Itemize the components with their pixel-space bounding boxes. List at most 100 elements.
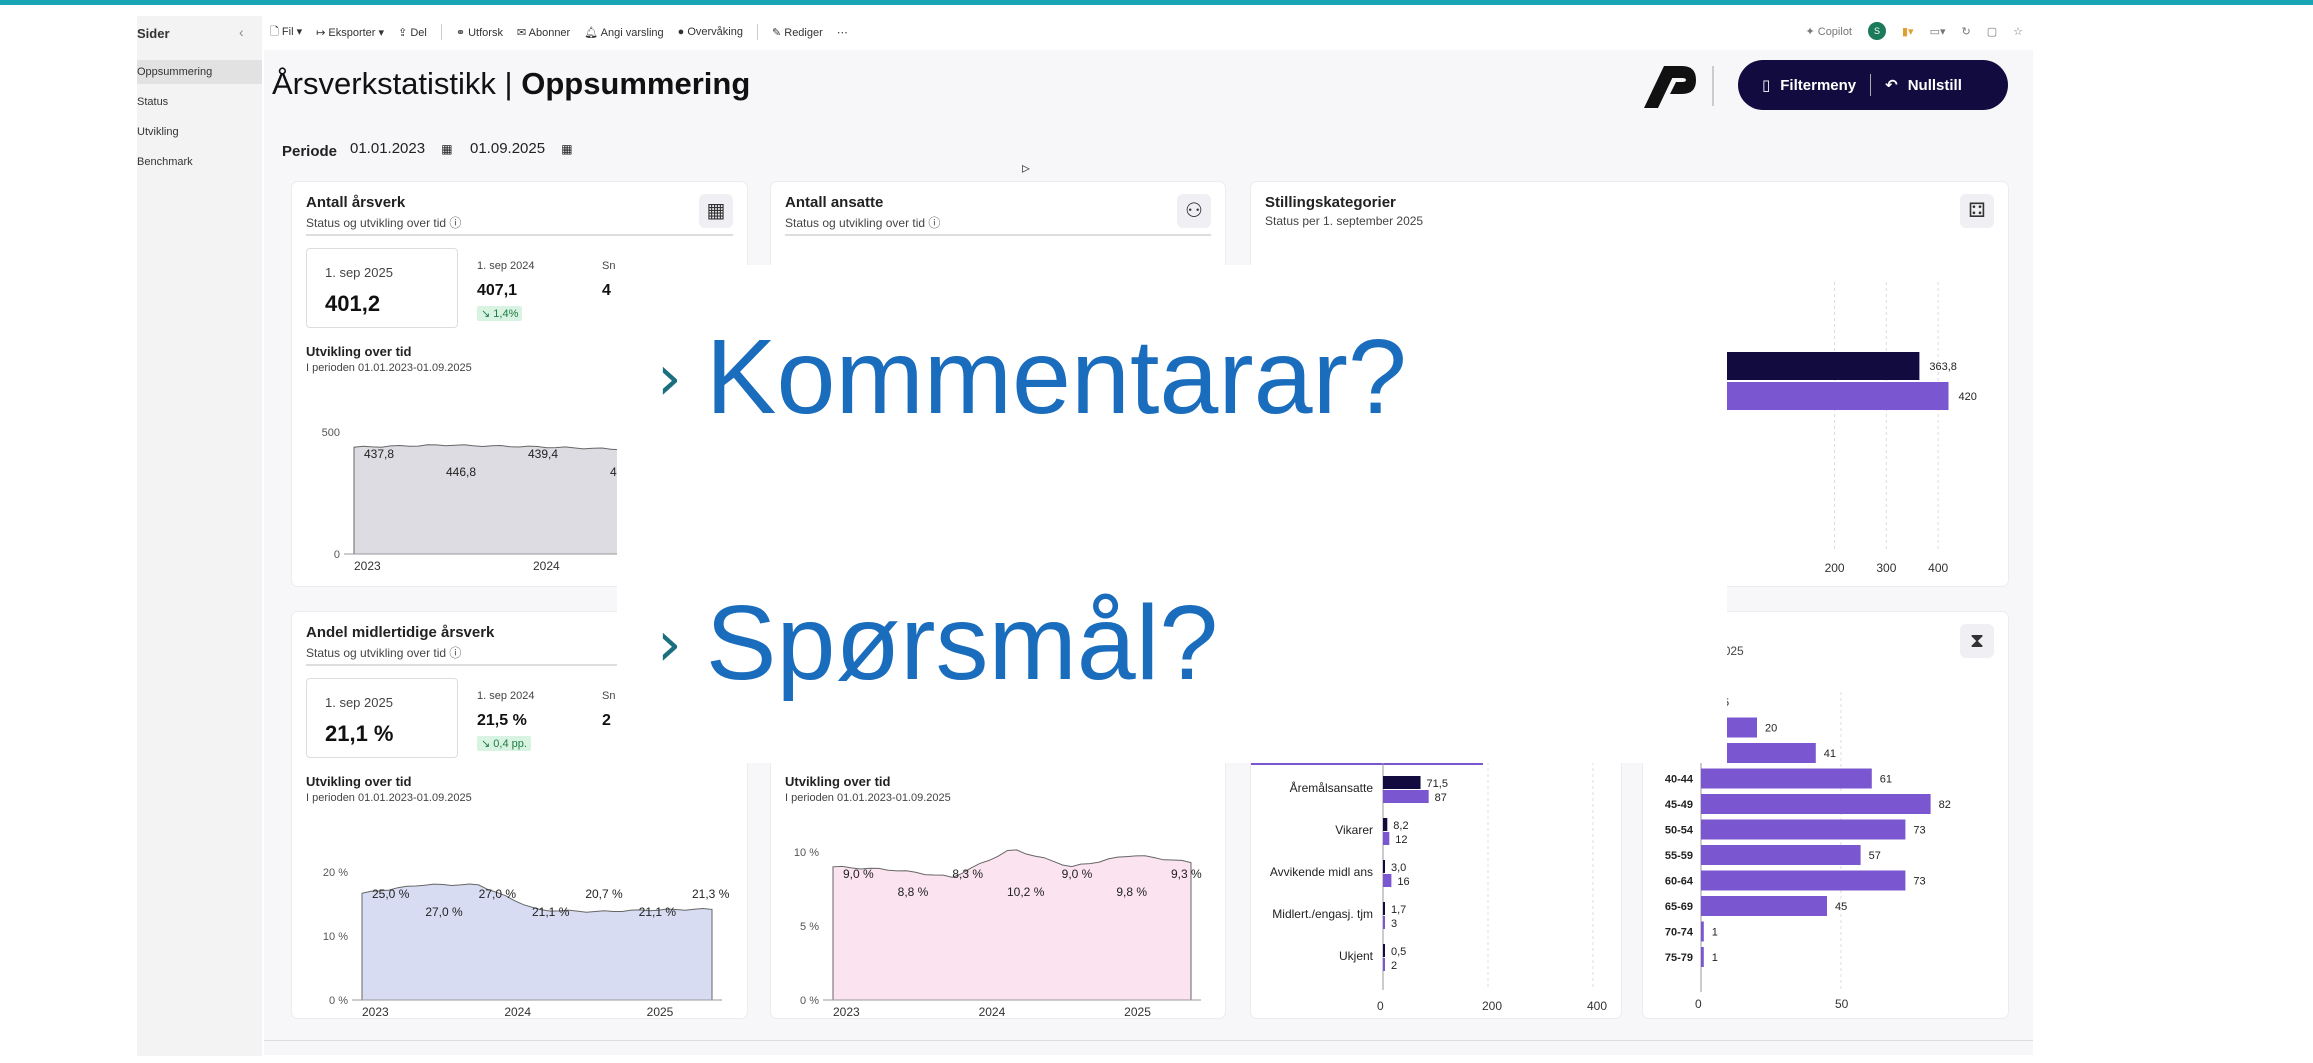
card-subtitle: Status per 1. september 2025	[1265, 214, 1424, 228]
monitor-label: Overvåking	[687, 26, 743, 38]
bar-label: 12	[1395, 834, 1407, 846]
share-label: Del	[410, 26, 427, 39]
kpi-third-date: Sn	[602, 260, 616, 272]
bookmark-icon: ▯	[1762, 77, 1771, 94]
mouse-cursor-icon: ▹	[1022, 160, 1031, 177]
data-label: 8,3 %	[952, 867, 983, 881]
overlay-line-2: › Spørsmål?	[657, 583, 1218, 704]
view-icon[interactable]: ▭▾	[1930, 25, 1946, 38]
category-label: 50-54	[1665, 825, 1694, 837]
share-button[interactable]: ⇪ Del	[398, 26, 427, 39]
bar	[1701, 768, 1872, 789]
file-menu-label: Fil	[281, 25, 294, 38]
bar-label: 41	[1824, 748, 1836, 760]
people-icon: ⚇	[1177, 194, 1211, 228]
header-divider	[1712, 66, 1714, 106]
data-label: 27,0 %	[479, 887, 517, 901]
bar-light	[1383, 874, 1392, 887]
bar-label: 0,5	[1391, 946, 1406, 958]
y-tick-label: 10 %	[794, 847, 819, 859]
export-menu[interactable]: ↦ Eksporter ▾	[316, 26, 384, 39]
canvas-bottom-border	[264, 1040, 2033, 1041]
page-item-oppsummering[interactable]: Oppsummering	[137, 60, 262, 84]
category-icon: ⚃	[1960, 194, 1994, 228]
bar-dark	[1383, 776, 1421, 789]
explore-button[interactable]: ⚭ Utforsk	[456, 26, 503, 39]
card-subtitle: Status og utvikling over tid ⓘ	[306, 646, 462, 660]
copilot-button[interactable]: ✦ Copilot	[1805, 25, 1852, 38]
bar-label: 16	[1397, 876, 1409, 888]
page-item-utvikling[interactable]: Utvikling	[137, 120, 262, 144]
monitor-button[interactable]: ● Overvåking	[678, 26, 743, 38]
date-from-field[interactable]: 01.01.2023 ▦	[350, 140, 453, 157]
bookmark-icon[interactable]: ▮▾	[1902, 25, 1914, 38]
page-item-label: Benchmark	[137, 156, 193, 168]
top-accent-bar	[0, 0, 2313, 5]
bar-light	[1383, 832, 1390, 845]
y-tick-label: 0 %	[329, 995, 348, 1007]
chevron-left-icon[interactable]: ‹	[239, 24, 244, 40]
date-to-field[interactable]: 01.09.2025 ▦	[470, 140, 573, 157]
bar	[1701, 845, 1861, 865]
kpi-prev-value: 21,5 %	[477, 712, 527, 729]
comment-icon[interactable]: ▢	[1987, 25, 1997, 38]
calendar-icon[interactable]: ▦	[561, 142, 572, 156]
overlay-text-kommentarar: Kommentarar?	[705, 318, 1407, 436]
category-label: 75-79	[1665, 952, 1693, 964]
page-item-status[interactable]: Status	[137, 90, 262, 114]
bar	[1701, 819, 1906, 840]
bar	[1711, 352, 1920, 380]
bar	[1701, 794, 1931, 814]
category-label: 70-74	[1665, 927, 1694, 939]
kpi-third-value: 2	[602, 712, 611, 729]
bar-label: 73	[1913, 876, 1925, 888]
reset-button[interactable]: ↶ Nullstill	[1885, 76, 1962, 95]
kpi-change-badge: ↘ 0,4 pp.	[477, 736, 531, 751]
favorite-icon[interactable]: ☆	[2013, 25, 2023, 38]
bar-dark	[1383, 902, 1385, 915]
page-title-main: Oppsummering	[521, 66, 751, 101]
refresh-icon[interactable]: ↻	[1962, 25, 1971, 38]
overlay-text-sporsmal: Spørsmål?	[705, 584, 1219, 702]
category-label: Vikarer	[1335, 823, 1373, 837]
calendar-icon[interactable]: ▦	[441, 142, 452, 156]
kpi-prev-date: 1. sep 2024	[477, 690, 535, 702]
category-label: 55-59	[1665, 850, 1693, 862]
data-label: 20,7 %	[585, 887, 623, 901]
bar-label: 363,8	[1929, 361, 1957, 373]
category-label: Midlert./engasj. tjm	[1272, 907, 1373, 921]
subscribe-button[interactable]: ✉ Abonner	[517, 26, 570, 39]
kpi-value: 401,2	[325, 291, 381, 316]
bar-dark	[1383, 860, 1385, 873]
bar-label: 20	[1765, 723, 1777, 735]
kpi-date: 1. sep 2025	[325, 265, 393, 280]
edit-button[interactable]: ✎ Rediger	[772, 26, 823, 39]
toolbar-right: ✦ Copilot S ▮▾ ▭▾ ↻ ▢ ☆	[1805, 22, 2023, 40]
bar	[1701, 921, 1704, 942]
filter-menu-button[interactable]: ▯ Filtermeny	[1738, 76, 1856, 95]
x-tick-label: 2023	[362, 1005, 389, 1016]
subscribe-label: Abonner	[528, 26, 571, 39]
bar-label: 420	[1959, 391, 1977, 403]
ap-logo-icon	[1644, 66, 1696, 108]
category-label: 40-44	[1665, 774, 1694, 786]
page-item-benchmark[interactable]: Benchmark	[137, 150, 262, 174]
x-tick-label: 2024	[533, 559, 560, 573]
card-title: Andel midlertidige årsverk	[306, 624, 495, 641]
more-icon[interactable]: ⋯	[837, 26, 848, 39]
bar-light	[1383, 916, 1385, 929]
data-label: 9,0 %	[843, 867, 874, 881]
bar-label: 45	[1835, 901, 1847, 913]
avatar[interactable]: S	[1868, 22, 1886, 40]
file-menu[interactable]: 🗋 Fil ▾	[270, 23, 302, 42]
y-tick-label: 10 %	[323, 931, 348, 943]
y-tick-label: 500	[322, 427, 340, 439]
alert-button[interactable]: 🔔︎ Angi varsling	[584, 26, 663, 39]
utvikling-subtitle: I perioden 01.01.2023-01.09.2025	[785, 792, 951, 804]
copilot-label: Copilot	[1817, 25, 1852, 38]
bar-label: 2	[1391, 960, 1397, 972]
page-item-label: Utvikling	[137, 126, 179, 138]
hourglass-icon: ⧗	[1960, 624, 1994, 658]
x-tick-label: 2023	[354, 559, 381, 573]
utvikling-title: Utvikling over tid	[785, 774, 891, 789]
